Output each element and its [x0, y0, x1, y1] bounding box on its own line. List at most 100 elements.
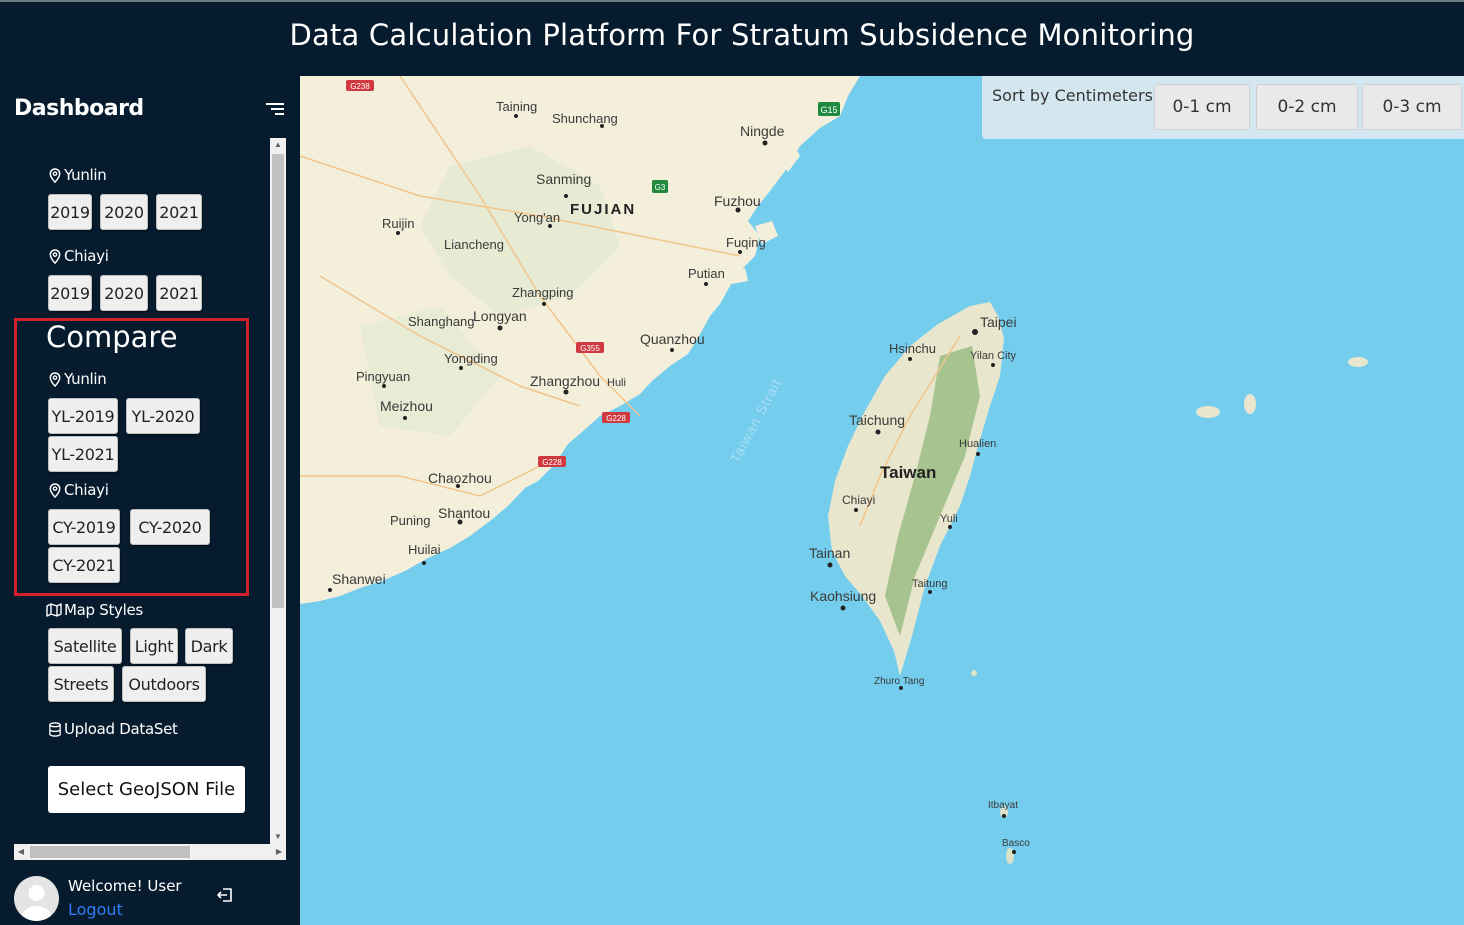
svg-text:G3: G3 [655, 183, 666, 192]
style-outdoors-button[interactable]: Outdoors [122, 666, 206, 702]
location-yunlin: Yunlin [48, 166, 107, 184]
city-label: Hualien [959, 438, 996, 450]
logout-icon[interactable] [216, 886, 234, 904]
scroll-right-arrow-icon[interactable]: ▶ [272, 844, 286, 860]
compare-yl-2019-button[interactable]: YL-2019 [48, 398, 118, 434]
city-label: Shunchang [552, 111, 618, 126]
style-satellite-button[interactable]: Satellite [48, 628, 122, 664]
sort-label: Sort by Centimeters: [992, 86, 1159, 105]
city-label: Shanwei [332, 571, 386, 587]
compare-yl-2020-button[interactable]: YL-2020 [126, 398, 200, 434]
city-label: Yongding [444, 351, 498, 366]
city-label: Yilan City [970, 350, 1017, 362]
scroll-up-arrow-icon[interactable]: ▲ [270, 138, 286, 152]
location-pin-icon [49, 248, 61, 264]
yunlin-2021-button[interactable]: 2021 [156, 194, 202, 230]
compare-cy-2020-button[interactable]: CY-2020 [130, 509, 210, 545]
compare-yl-2021-button[interactable]: YL-2021 [48, 436, 118, 472]
city-label: Hsinchu [889, 341, 936, 356]
city-label: Tainan [809, 545, 850, 561]
city-label: Basco [1002, 838, 1030, 849]
compare-cy-2021-button[interactable]: CY-2021 [48, 547, 120, 583]
scroll-left-arrow-icon[interactable]: ◀ [14, 844, 28, 860]
city-label: Kaohsiung [810, 588, 876, 604]
city-label: Liancheng [444, 237, 504, 252]
yunlin-2019-button[interactable]: 2019 [48, 194, 92, 230]
sort-0-1cm-button[interactable]: 0-1 cm [1154, 84, 1250, 130]
style-streets-button[interactable]: Streets [48, 666, 114, 702]
city-label: Zhangping [512, 285, 573, 300]
map-styles-heading: Map Styles [46, 601, 143, 619]
city-label: Shantou [438, 505, 490, 521]
scrollbar-thumb[interactable] [272, 154, 284, 608]
sort-0-3cm-button[interactable]: 0-3 cm [1362, 84, 1462, 130]
sidebar-vertical-scrollbar[interactable]: ▲ ▼ [270, 138, 286, 844]
database-icon [49, 721, 61, 737]
location-label: Yunlin [64, 370, 107, 388]
chiayi-2020-button[interactable]: 2020 [100, 275, 148, 311]
user-silhouette-icon [21, 885, 52, 921]
road-shield-g228-2: G228 [538, 456, 566, 467]
city-label: Yuli [940, 513, 958, 525]
city-label: Chaozhou [428, 470, 492, 486]
upload-label: Upload DataSet [64, 720, 178, 738]
svg-text:G228: G228 [606, 414, 626, 423]
style-light-button[interactable]: Light [130, 628, 178, 664]
menu-toggle-icon[interactable] [266, 102, 284, 116]
map-canvas[interactable]: G238 G15 G3 G355 G228 G228 FUJIAN Taiwan… [300, 76, 1464, 925]
city-label: Taitung [912, 578, 947, 590]
select-geojson-button[interactable]: Select GeoJSON File [48, 766, 245, 813]
sidebar-horizontal-scrollbar[interactable]: ◀ ▶ [14, 844, 286, 860]
sidebar-title: Dashboard [14, 96, 144, 121]
map-styles-label: Map Styles [64, 601, 143, 619]
svg-text:G238: G238 [350, 82, 370, 91]
svg-text:G355: G355 [580, 344, 600, 353]
road-shield-g3: G3 [652, 180, 668, 193]
road-shield-g228: G228 [602, 412, 630, 423]
location-label: Chiayi [64, 247, 109, 265]
user-panel: Welcome! User Logout [0, 866, 300, 925]
compare-cy-2019-button[interactable]: CY-2019 [48, 509, 120, 545]
yunlin-2020-button[interactable]: 2020 [100, 194, 148, 230]
upload-heading: Upload DataSet [48, 720, 178, 738]
chiayi-2021-button[interactable]: 2021 [156, 275, 202, 311]
style-dark-button[interactable]: Dark [185, 628, 233, 664]
city-label: Longyan [473, 308, 527, 324]
city-label: Sanming [536, 171, 591, 187]
page-title: Data Calculation Platform For Stratum Su… [289, 18, 1195, 52]
sort-panel: Sort by Centimeters: 0-1 cm 0-2 cm 0-3 c… [982, 76, 1464, 139]
app-header: Data Calculation Platform For Stratum Su… [0, 0, 1464, 76]
sort-0-2cm-button[interactable]: 0-2 cm [1256, 84, 1358, 130]
city-label: Puning [390, 513, 430, 528]
logout-link[interactable]: Logout [68, 900, 123, 919]
chiayi-2019-button[interactable]: 2019 [48, 275, 92, 311]
city-label: Pingyuan [356, 369, 410, 384]
strait-label: Taiwan Strait [727, 376, 785, 466]
city-label: Shanghang [408, 314, 475, 329]
city-label: Huilai [408, 542, 441, 557]
compare-title: Compare [46, 320, 178, 354]
city-label: Meizhou [380, 398, 433, 414]
region-label-fujian: FUJIAN [570, 201, 636, 218]
scroll-down-arrow-icon[interactable]: ▼ [270, 830, 286, 844]
location-chiayi: Chiayi [48, 247, 109, 265]
city-label: Putian [688, 266, 725, 281]
svg-text:G228: G228 [542, 458, 562, 467]
compare-location-yunlin: Yunlin [48, 370, 107, 388]
region-label-taiwan: Taiwan [880, 463, 936, 482]
map-icon [46, 603, 62, 617]
scrollbar-thumb[interactable] [30, 846, 190, 858]
map-view[interactable]: G238 G15 G3 G355 G228 G228 FUJIAN Taiwan… [300, 76, 1464, 925]
location-label: Yunlin [64, 166, 107, 184]
city-label: Quanzhou [640, 331, 705, 347]
city-label: Fuqing [726, 235, 766, 250]
road-shield-g15: G15 [818, 102, 840, 116]
city-label: Taipei [980, 314, 1017, 330]
location-pin-icon [49, 167, 61, 183]
city-label: Yong'an [514, 210, 560, 225]
city-label: Taining [496, 99, 537, 114]
city-label: Fuzhou [714, 193, 761, 209]
location-label: Chiayi [64, 481, 109, 499]
welcome-text: Welcome! User [68, 877, 182, 895]
sidebar-scroll-area: Yunlin 2019 2020 2021 Chiayi 2019 2020 2… [14, 138, 270, 848]
